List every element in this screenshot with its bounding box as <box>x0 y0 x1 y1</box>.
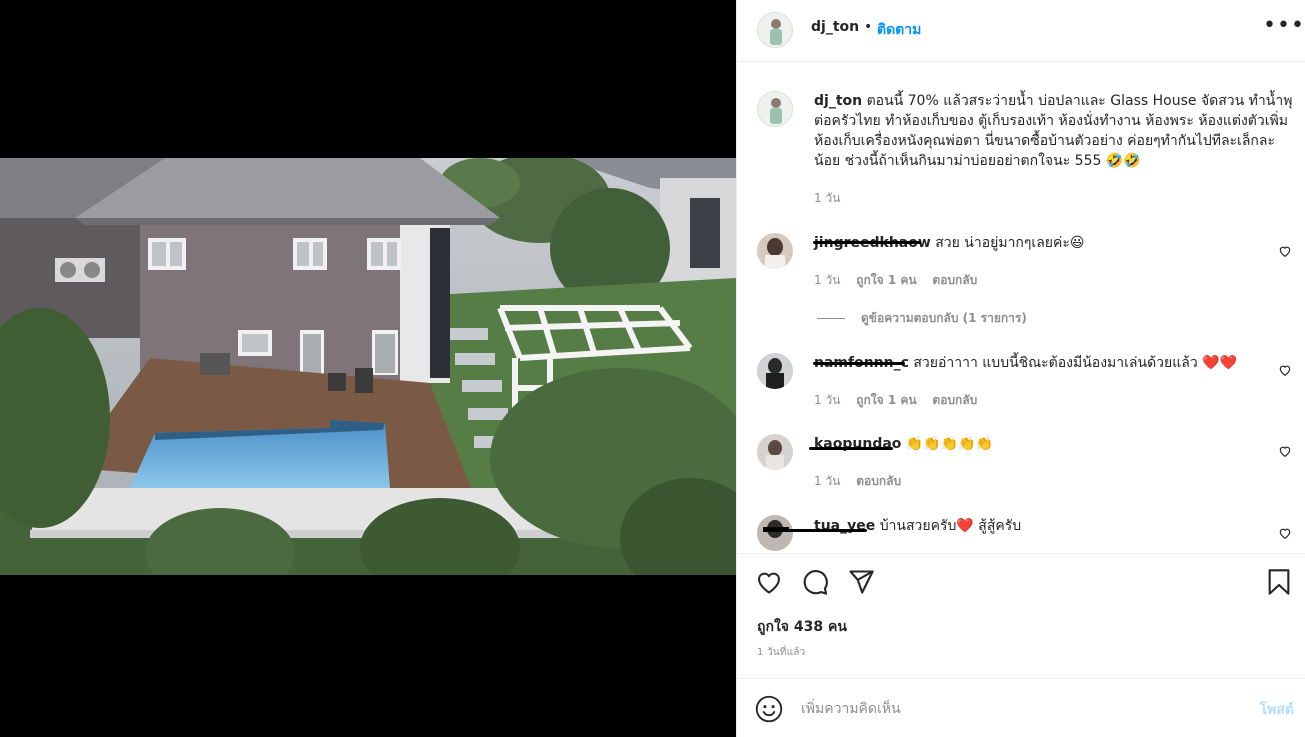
comment-icon[interactable] <box>801 568 829 596</box>
comment-input[interactable] <box>801 695 1221 723</box>
post-sidebar: dj_ton • ติดตาม ••• dj_ton ตอนนี้ 70% แล… <box>736 0 1305 737</box>
replies-line <box>817 318 845 319</box>
post-image[interactable] <box>0 158 736 575</box>
commenter-avatar[interactable] <box>757 353 793 389</box>
comment-text: บ้านสวยครับ❤️ สู้สู้ครับ <box>879 518 1022 534</box>
comment-meta: 1 วัน ถูกใจ 1 คน ตอบกลับ <box>814 271 989 290</box>
comments-list[interactable]: dj_ton ตอนนี้ 70% แล้วสระว่ายน้ำ บ่อปลาแ… <box>737 63 1305 553</box>
author-username[interactable]: dj_ton <box>811 19 859 35</box>
caption-time[interactable]: 1 วัน <box>814 191 840 205</box>
view-replies-label: ดูข้อความตอบกลับ (1 รายการ) <box>861 311 1027 325</box>
reply-button[interactable]: ตอบกลับ <box>856 474 901 488</box>
separator-dot: • <box>864 19 873 35</box>
comment-text-block: tua_yee บ้านสวยครับ❤️ สู้สู้ครับ <box>814 516 1254 536</box>
caption-text: ตอนนี้ 70% แล้วสระว่ายน้ำ บ่อปลาและ Glas… <box>814 93 1293 169</box>
commenter-avatar[interactable] <box>757 515 793 551</box>
commenter-avatar[interactable] <box>757 434 793 470</box>
emoji-icon[interactable] <box>755 695 783 723</box>
comment-like-heart-icon[interactable] <box>1278 244 1292 258</box>
view-replies-button[interactable]: ดูข้อความตอบกลับ (1 รายการ) <box>817 309 1027 328</box>
comment-likes[interactable]: ถูกใจ 1 คน <box>856 393 916 407</box>
username-redaction <box>787 529 867 532</box>
heart-icon[interactable] <box>755 568 783 596</box>
comment-meta: 1 วัน ถูกใจ 1 คน ตอบกลับ <box>814 391 989 410</box>
username-redaction <box>813 362 905 365</box>
author-avatar[interactable] <box>757 12 793 48</box>
comment-like-heart-icon[interactable] <box>1278 444 1292 458</box>
comment-text: 👏👏👏👏👏 <box>905 436 994 452</box>
comment-time[interactable]: 1 วัน <box>814 273 840 287</box>
post-actions <box>737 553 1305 676</box>
bookmark-icon[interactable] <box>1265 568 1293 596</box>
post-comment-button[interactable]: โพสต์ <box>1260 699 1294 721</box>
add-comment-bar: โพสต์ <box>737 678 1305 737</box>
posted-time[interactable]: 1 วันที่แล้ว <box>757 645 805 660</box>
house-render-image <box>0 158 736 575</box>
reply-button[interactable]: ตอบกลับ <box>932 393 977 407</box>
comment-like-heart-icon[interactable] <box>1278 363 1292 377</box>
likes-count[interactable]: ถูกใจ 438 คน <box>757 616 847 638</box>
caption-text-block: dj_ton ตอนนี้ 70% แล้วสระว่ายน้ำ บ่อปลาแ… <box>814 91 1294 171</box>
comment-text: สวยอ่าาาา แบบนี้ชิณะต้องมีน้องมาเล่นด้วย… <box>913 355 1238 371</box>
share-icon[interactable] <box>847 568 875 596</box>
username-redaction <box>813 241 921 244</box>
comment-likes[interactable]: ถูกใจ 1 คน <box>856 273 916 287</box>
caption-meta: 1 วัน <box>814 189 852 208</box>
commenter-avatar[interactable] <box>757 233 793 269</box>
comment-meta: 1 วัน ตอบกลับ <box>814 472 913 491</box>
username-redaction <box>809 447 893 450</box>
comment-text: สวย น่าอยู่มากๆเลยค่ะ😃 <box>935 235 1085 251</box>
post-header: dj_ton • ติดตาม ••• <box>737 0 1305 62</box>
comment-like-heart-icon[interactable] <box>1278 526 1292 540</box>
follow-button[interactable]: ติดตาม <box>877 19 921 41</box>
media-pane <box>0 0 736 737</box>
post-modal: dj_ton • ติดตาม ••• dj_ton ตอนนี้ 70% แล… <box>0 0 1305 737</box>
reply-button[interactable]: ตอบกลับ <box>932 273 977 287</box>
caption-avatar[interactable] <box>757 91 793 127</box>
comment-time[interactable]: 1 วัน <box>814 393 840 407</box>
more-options-icon[interactable]: ••• <box>1263 14 1305 38</box>
comment-text-block: kaopundao 👏👏👏👏👏 <box>814 434 1254 454</box>
caption-username[interactable]: dj_ton <box>814 93 862 109</box>
comment-time[interactable]: 1 วัน <box>814 474 840 488</box>
